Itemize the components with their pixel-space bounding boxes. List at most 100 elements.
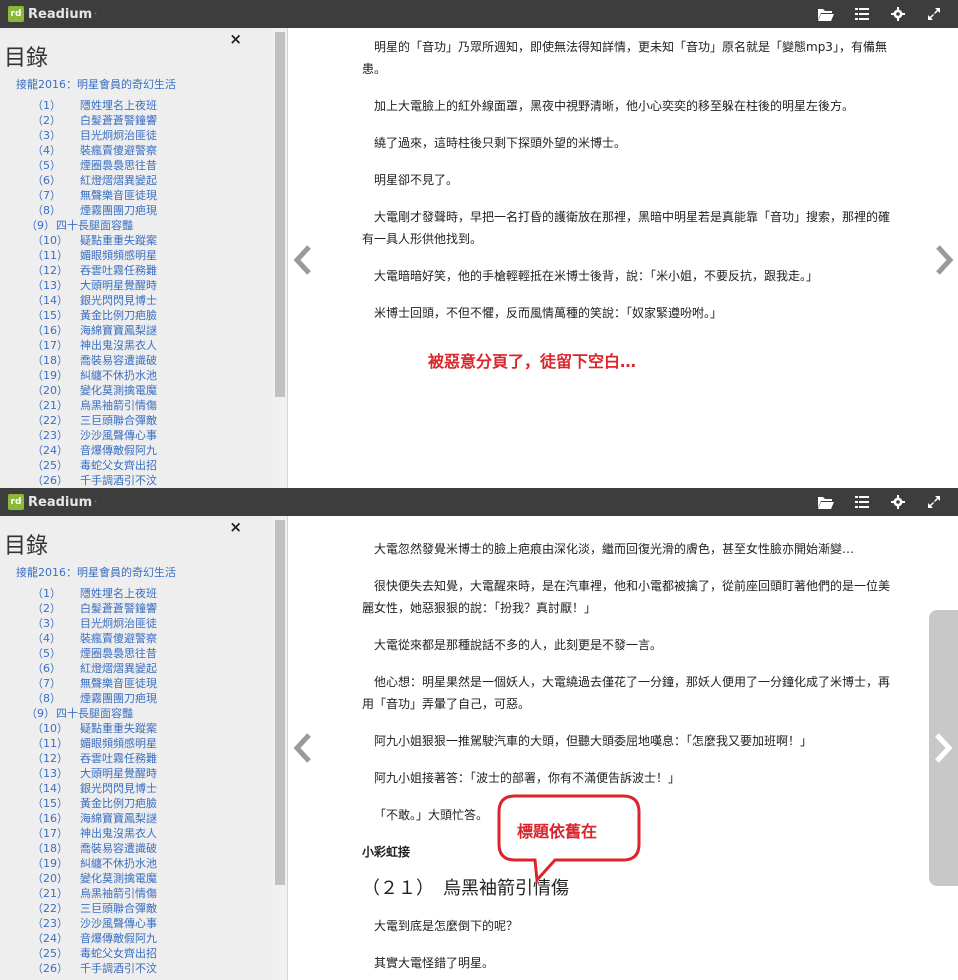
- sidebar-scrollbar[interactable]: [273, 516, 287, 980]
- next-page-tab[interactable]: [929, 610, 958, 886]
- toc-item[interactable]: （6） 紅燈熠熠異變起: [32, 173, 157, 188]
- fullscreen-button[interactable]: [916, 488, 952, 516]
- toc-item-title: 毒蛇父女齊出招: [80, 947, 157, 960]
- toc-item[interactable]: （7） 無聲樂音匪徒現: [32, 188, 157, 203]
- toc-item[interactable]: （12） 吞雲吐霧任務難: [32, 751, 157, 766]
- toc-item-number: （22）: [32, 414, 68, 427]
- toc-item[interactable]: （5） 煙圈裊裊思往昔: [32, 158, 157, 173]
- toc-item[interactable]: （21） 烏黑袖箭引情傷: [32, 398, 157, 413]
- toc-item-title: 四十長腿面容豔: [56, 707, 133, 720]
- paragraph: 很快便失去知覺，大電醒來時，是在汽車裡，他和小電都被擒了，從前座回頭盯著他們的是…: [362, 579, 891, 615]
- toc-item-title: 千手調酒引不汶: [80, 962, 157, 975]
- toc-item-number: （5）: [32, 159, 61, 172]
- chevron-left-icon: [293, 733, 311, 763]
- toc-item[interactable]: （12） 吞雲吐霧任務難: [32, 263, 157, 278]
- close-icon[interactable]: ×: [229, 30, 242, 48]
- toc-item[interactable]: （2） 白髮蒼蒼警鐘響: [32, 601, 157, 616]
- toc-item[interactable]: （20） 變化莫測擒電魔: [32, 871, 157, 886]
- prev-page-button[interactable]: [291, 240, 315, 280]
- toc-item[interactable]: （1） 隱姓埋名上夜班: [32, 98, 157, 113]
- toc-item[interactable]: （10） 疑點重重失蹤案: [32, 721, 157, 736]
- toc-item[interactable]: （17） 神出鬼沒黑衣人: [32, 826, 157, 841]
- toc-item-number: （6）: [32, 174, 61, 187]
- toc-item-number: （20）: [32, 384, 68, 397]
- toc-book-title[interactable]: 接龍2016：明星會員的奇幻生活: [16, 564, 176, 580]
- toc-item[interactable]: （16） 海綿寶寶鳳梨謎: [32, 811, 157, 826]
- sidebar-scrollbar[interactable]: [273, 28, 287, 490]
- toc-item-title: 煙霧團團刀疤現: [80, 692, 157, 705]
- settings-button[interactable]: [880, 488, 916, 516]
- reading-area: 明星的「音功」乃眾所週知，即使無法得知詳情，更未知「音功」原名就是「變態mp3」…: [289, 28, 958, 490]
- toc-item[interactable]: （24） 音爆傳敵假阿九: [32, 931, 157, 946]
- toc-item-title: 糾纏不休扔水池: [80, 857, 157, 870]
- toc-item-title: 無聲樂音匪徒現: [80, 677, 157, 690]
- toc-item-title: 紅燈熠熠異變起: [80, 662, 157, 675]
- toc-item[interactable]: （15） 黃金比例刀疤臉: [32, 796, 157, 811]
- toc-item[interactable]: （11） 媚眼頻頻感明星: [32, 248, 157, 263]
- scrollbar-thumb[interactable]: [275, 520, 285, 885]
- toc-item-number: （8）: [32, 204, 61, 217]
- fullscreen-button[interactable]: [916, 0, 952, 28]
- toc-item[interactable]: （9）四十長腿面容豔: [26, 706, 157, 721]
- toc-item[interactable]: （7） 無聲樂音匪徒現: [32, 676, 157, 691]
- toc-item-number: （9）: [26, 219, 55, 232]
- toc-item[interactable]: （14） 銀光閃閃見博士: [32, 293, 157, 308]
- toc-item[interactable]: （26） 千手調酒引不汶: [32, 473, 157, 488]
- toc-book-title[interactable]: 接龍2016：明星會員的奇幻生活: [16, 76, 176, 92]
- paragraph: 繞了過來，這時柱後只剩下探頭外望的米博士。: [374, 136, 627, 150]
- toc-item[interactable]: （4） 裝瘋賣傻避警察: [32, 143, 157, 158]
- toc-item-title: 音爆傳敵假阿九: [80, 444, 157, 457]
- toc-item[interactable]: （22） 三巨頭聯合彈敵: [32, 413, 157, 428]
- next-page-button[interactable]: [932, 240, 956, 280]
- toc-item[interactable]: （19） 糾纏不休扔水池: [32, 368, 157, 383]
- toc-item[interactable]: （16） 海綿寶寶鳳梨謎: [32, 323, 157, 338]
- toc-item[interactable]: （3） 目光炯炯治匪徒: [32, 128, 157, 143]
- toc-item[interactable]: （1） 隱姓埋名上夜班: [32, 586, 157, 601]
- toc-item[interactable]: （6） 紅燈熠熠異變起: [32, 661, 157, 676]
- toc-item[interactable]: （2） 白髮蒼蒼警鐘響: [32, 113, 157, 128]
- toc-item[interactable]: （22） 三巨頭聯合彈敵: [32, 901, 157, 916]
- toc-item[interactable]: （24） 音爆傳敵假阿九: [32, 443, 157, 458]
- logo-dot: ·: [94, 496, 98, 508]
- toc-item-title: 銀光閃閃見博士: [80, 782, 157, 795]
- toc-item[interactable]: （26） 千手調酒引不汶: [32, 961, 157, 976]
- next-page-button[interactable]: [931, 728, 955, 768]
- toc-item[interactable]: （18） 喬裝易容遭識破: [32, 353, 157, 368]
- list-icon: [855, 496, 869, 508]
- toc-item[interactable]: （13） 大頭明星覺醒時: [32, 766, 157, 781]
- toc-item[interactable]: （19） 糾纏不休扔水池: [32, 856, 157, 871]
- toc-item[interactable]: （9）四十長腿面容豔: [26, 218, 157, 233]
- toc-item[interactable]: （18） 喬裝易容遭識破: [32, 841, 157, 856]
- toc-item[interactable]: （15） 黃金比例刀疤臉: [32, 308, 157, 323]
- toc-item[interactable]: （25） 毒蛇父女齊出招: [32, 946, 157, 961]
- toc-item[interactable]: （13） 大頭明星覺醒時: [32, 278, 157, 293]
- toc-item[interactable]: （20） 變化莫測擒電魔: [32, 383, 157, 398]
- toc-item[interactable]: （4） 裝瘋賣傻避警察: [32, 631, 157, 646]
- toc-item-number: （12）: [32, 264, 68, 277]
- library-button[interactable]: [808, 0, 844, 28]
- toc-item-number: （4）: [32, 144, 61, 157]
- toc-button[interactable]: [844, 488, 880, 516]
- toc-item[interactable]: （11） 媚眼頻頻感明星: [32, 736, 157, 751]
- toc-item[interactable]: （23） 沙沙風聲傳心事: [32, 428, 157, 443]
- toc-item[interactable]: （14） 銀光閃閃見博士: [32, 781, 157, 796]
- scrollbar-thumb[interactable]: [275, 32, 285, 397]
- toc-item[interactable]: （21） 烏黑袖箭引情傷: [32, 886, 157, 901]
- toc-item[interactable]: （3） 目光炯炯治匪徒: [32, 616, 157, 631]
- toc-item[interactable]: （8） 煙霧團團刀疤現: [32, 203, 157, 218]
- prev-page-button[interactable]: [291, 728, 315, 768]
- library-button[interactable]: [808, 488, 844, 516]
- toc-item[interactable]: （8） 煙霧團團刀疤現: [32, 691, 157, 706]
- toc-item-number: （9）: [26, 707, 55, 720]
- toc-button[interactable]: [844, 0, 880, 28]
- toc-item[interactable]: （5） 煙圈裊裊思往昔: [32, 646, 157, 661]
- paragraph: 大電剛才發聲時，早把一名打昏的護衛放在那裡，黑暗中明星若是真能靠「音功」搜索，那…: [362, 210, 891, 246]
- toc-item[interactable]: （23） 沙沙風聲傳心事: [32, 916, 157, 931]
- toc-item-number: （25）: [32, 459, 68, 472]
- toc-item-title: 隱姓埋名上夜班: [80, 99, 157, 112]
- settings-button[interactable]: [880, 0, 916, 28]
- toc-item[interactable]: （10） 疑點重重失蹤案: [32, 233, 157, 248]
- close-icon[interactable]: ×: [229, 518, 242, 536]
- toc-item[interactable]: （25） 毒蛇父女齊出招: [32, 458, 157, 473]
- toc-item[interactable]: （17） 神出鬼沒黑衣人: [32, 338, 157, 353]
